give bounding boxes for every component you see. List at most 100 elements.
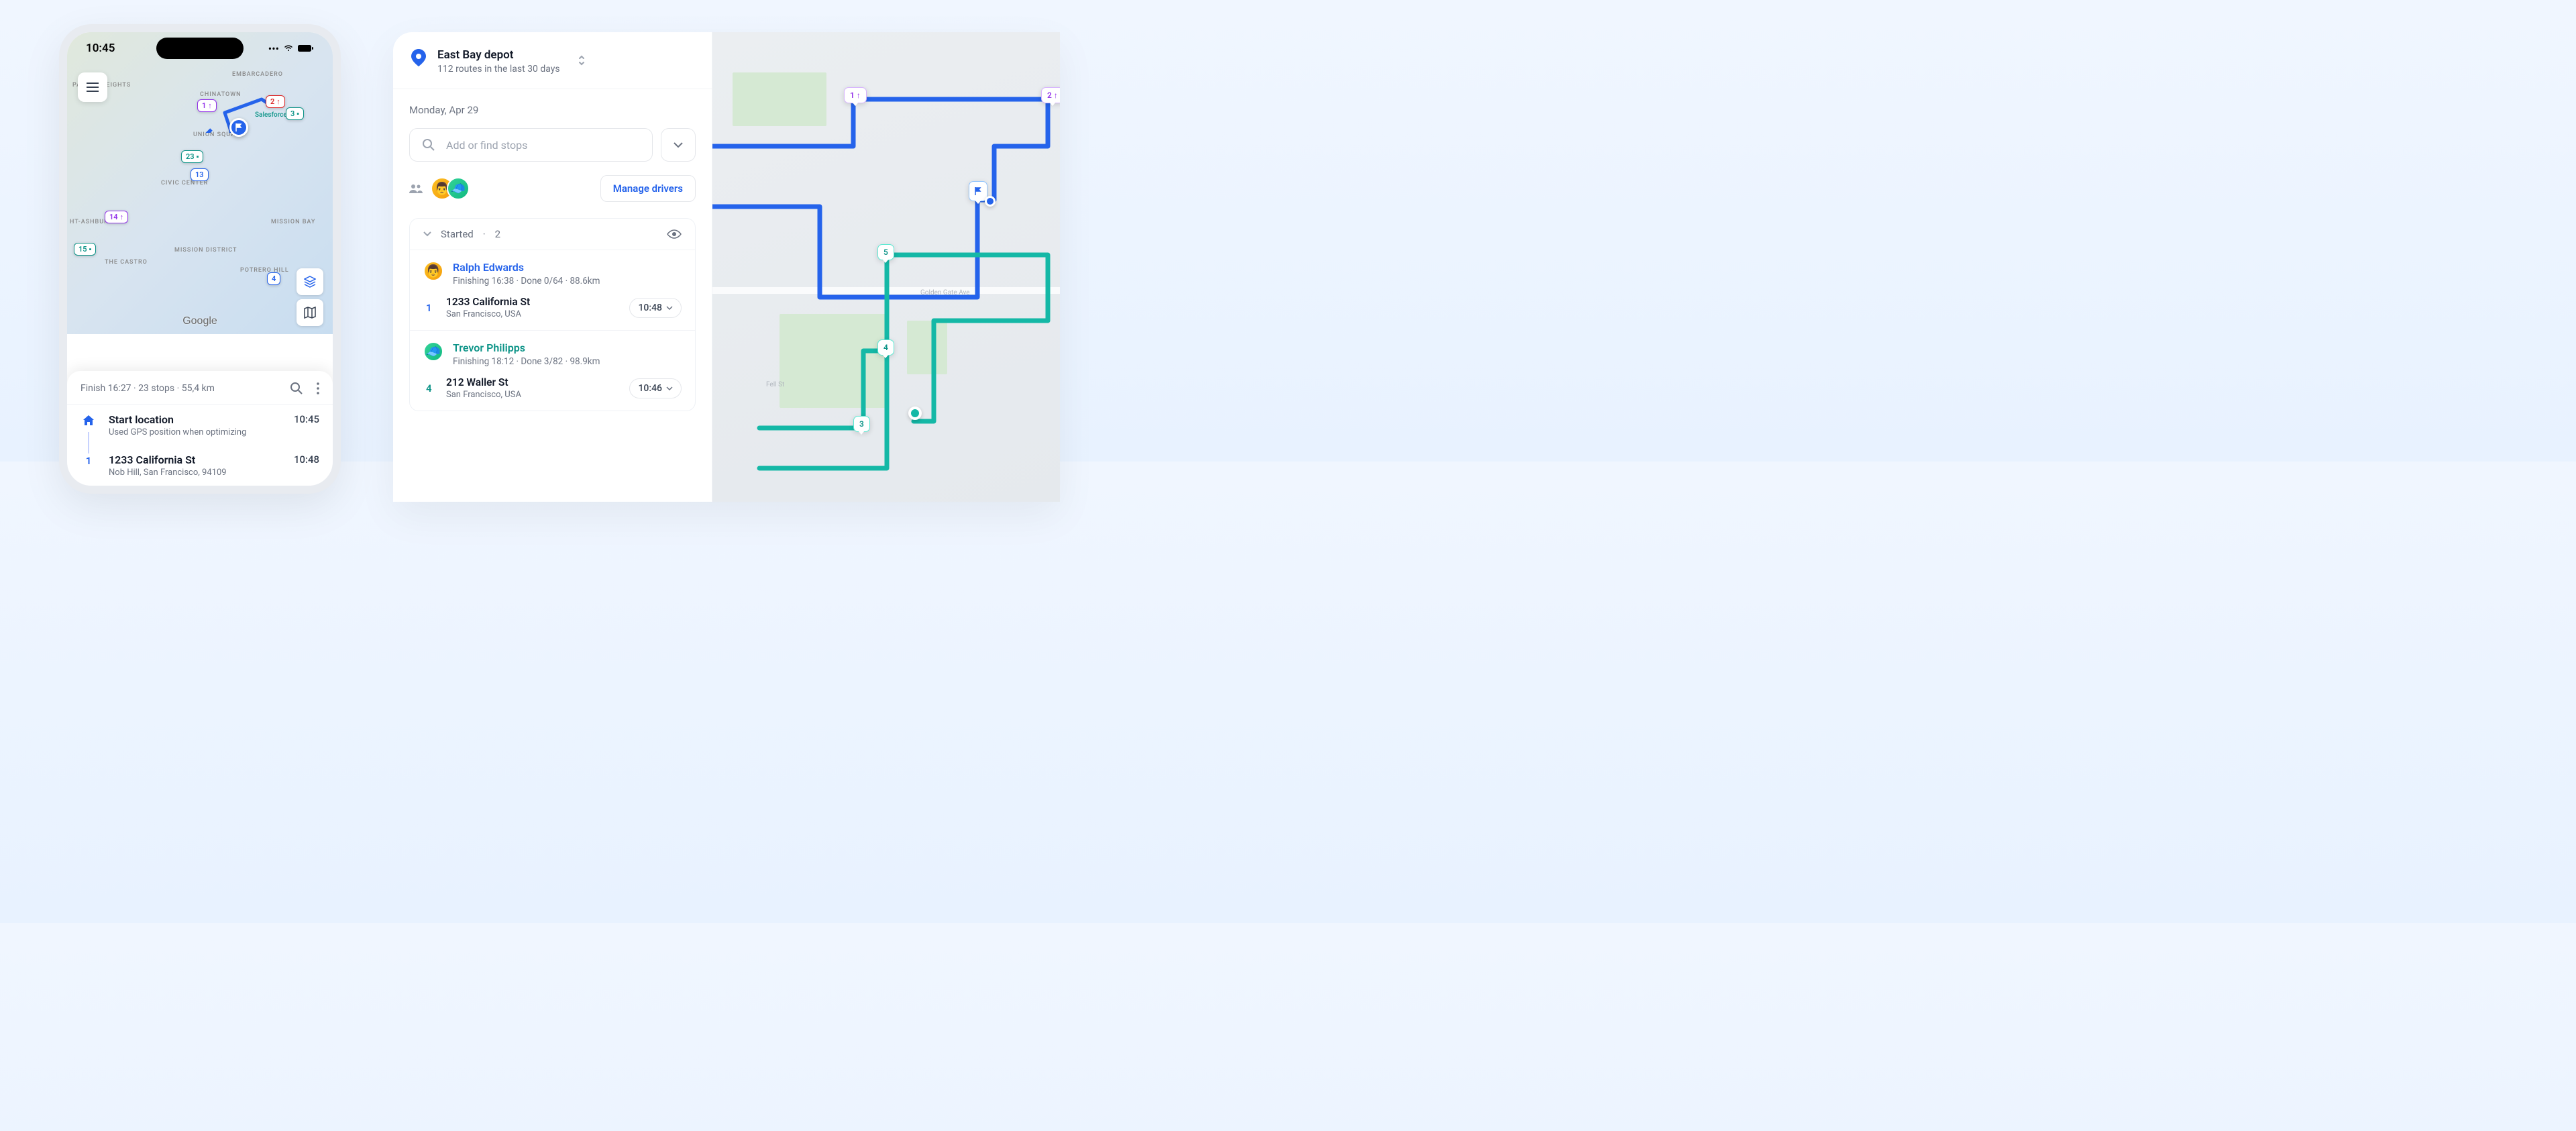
chevron-down-icon xyxy=(423,231,431,237)
manage-drivers-button[interactable]: Manage drivers xyxy=(600,175,696,202)
stop-title: 1233 California St xyxy=(446,296,629,308)
chevron-down-icon xyxy=(674,142,683,148)
stop-marker[interactable]: 4 xyxy=(877,339,894,356)
package-icon: ▪ xyxy=(297,109,299,118)
drivers-row: 👨 🧢 Manage drivers xyxy=(409,175,696,202)
phone-map[interactable]: PACIFIC HEIGHTS EMBARCADERO CHINATOWN UN… xyxy=(67,32,333,334)
stop-marker[interactable]: 2↑ xyxy=(1041,87,1060,103)
sheet-header: Finish 16:27 · 23 stops · 55,4 km xyxy=(67,382,333,405)
arrow-up-icon: ↑ xyxy=(208,101,212,110)
stop-time: 10:48 xyxy=(294,453,319,478)
driver-stats: Finishing 18:12 · Done 3/82 · 98.9km xyxy=(453,356,600,367)
hamburger-icon xyxy=(87,83,99,92)
stop-marker[interactable]: 3 xyxy=(853,416,870,432)
phone-notch xyxy=(156,38,244,59)
day-label: Monday, Apr 29 xyxy=(409,104,696,116)
search-icon xyxy=(422,138,435,152)
package-icon: ▪ xyxy=(89,245,92,254)
driver-avatars[interactable]: 👨 🧢 xyxy=(431,177,470,200)
cellular-icon: ••• xyxy=(268,42,279,55)
map-icon xyxy=(304,307,316,319)
map-label: POTRERO HILL xyxy=(240,267,289,274)
stop-title: 212 Waller St xyxy=(446,376,629,388)
driver-name: Ralph Edwards xyxy=(453,261,600,274)
status-icons: ••• xyxy=(268,42,314,55)
stop-marker[interactable]: 23▪ xyxy=(181,150,203,163)
battery-icon xyxy=(298,44,314,52)
google-attribution: Google xyxy=(182,315,217,327)
driver-card[interactable]: 👨 Ralph Edwards Finishing 16:38 · Done 0… xyxy=(410,250,695,330)
search-input[interactable] xyxy=(446,139,640,152)
people-icon xyxy=(409,184,423,193)
current-location-dot xyxy=(985,196,996,207)
desktop-sidebar: East Bay depot 112 routes in the last 30… xyxy=(393,32,712,502)
stop-title: 1233 California St xyxy=(109,453,294,466)
arrow-up-icon: ↑ xyxy=(857,91,861,100)
driver-name: Trevor Philipps xyxy=(453,341,600,354)
desktop-body: Monday, Apr 29 👨 🧢 xyxy=(393,89,712,502)
stop-item[interactable]: 1 1233 California St Nob Hill, San Franc… xyxy=(67,445,333,486)
depot-selector[interactable]: East Bay depot 112 routes in the last 30… xyxy=(409,48,586,74)
pin-icon xyxy=(411,49,426,66)
stop-subtitle: San Francisco, USA xyxy=(446,390,629,400)
home-icon xyxy=(83,415,95,427)
layers-icon xyxy=(304,276,316,288)
stop-search[interactable] xyxy=(409,128,653,162)
started-header[interactable]: Started · 2 xyxy=(410,219,695,250)
route-sheet: Finish 16:27 · 23 stops · 55,4 km Start … xyxy=(67,371,333,486)
more-icon[interactable] xyxy=(317,382,319,394)
stop-marker[interactable]: 5 xyxy=(877,244,894,260)
wifi-icon xyxy=(283,44,294,52)
avatar: 🧢 xyxy=(447,177,470,200)
chevron-down-icon xyxy=(666,306,673,310)
map-label: MISSION BAY xyxy=(271,219,315,225)
time-chip[interactable]: 10:46 xyxy=(629,378,682,398)
stop-marker[interactable]: 15▪ xyxy=(74,243,96,256)
stop-number: 1 xyxy=(86,455,92,478)
stop-marker[interactable]: 4 xyxy=(267,272,280,285)
eye-icon[interactable] xyxy=(667,229,682,239)
stop-time: 10:45 xyxy=(294,413,319,437)
stop-marker[interactable]: 3▪ xyxy=(286,107,304,120)
map-label: HT-ASHBUR xyxy=(70,219,109,225)
destination-flag[interactable] xyxy=(229,118,248,137)
layers-button[interactable] xyxy=(297,268,323,295)
current-location-dot xyxy=(908,407,922,420)
map-label: MISSION DISTRICT xyxy=(174,247,237,254)
stop-marker[interactable]: 2↑ xyxy=(266,95,285,108)
search-icon[interactable] xyxy=(290,382,303,395)
package-icon: ▪ xyxy=(197,152,199,161)
map-type-button[interactable] xyxy=(297,299,323,326)
depot-name: East Bay depot xyxy=(437,48,560,62)
search-options-button[interactable] xyxy=(661,128,696,162)
time-chip[interactable]: 10:48 xyxy=(629,298,682,318)
started-routes-card: Started · 2 👨 Ralph Edwards Finishing 16… xyxy=(409,218,696,411)
stop-number: 1 xyxy=(426,302,446,314)
arrow-up-icon: ↑ xyxy=(276,97,280,106)
arrow-up-icon: ↑ xyxy=(1054,91,1058,100)
stop-subtitle: Nob Hill, San Francisco, 94109 xyxy=(109,468,294,478)
route-summary: Finish 16:27 · 23 stops · 55,4 km xyxy=(80,383,215,394)
flag-icon xyxy=(235,123,243,131)
flag-icon xyxy=(974,187,982,195)
stop-number: 4 xyxy=(426,382,446,394)
stop-marker[interactable]: 1↑ xyxy=(844,87,867,103)
start-location-item[interactable]: Start location Used GPS position when op… xyxy=(67,405,333,445)
selector-icon xyxy=(578,54,586,66)
avatar: 👨 xyxy=(423,261,443,281)
desktop-map[interactable]: Golden Gate Ave Fell St 1↑ 2↑ 5 4 3 xyxy=(712,32,1060,502)
stop-marker[interactable]: 14↑ xyxy=(105,211,128,223)
driver-card[interactable]: 🧢 Trevor Philipps Finishing 18:12 · Done… xyxy=(410,330,695,411)
stop-subtitle: Used GPS position when optimizing xyxy=(109,427,294,437)
phone-mockup: 10:45 ••• PACIFIC HEIGHTS EMBARCADERO CH… xyxy=(59,24,341,494)
status-time: 10:45 xyxy=(86,42,115,55)
menu-button[interactable] xyxy=(78,72,107,102)
started-count: 2 xyxy=(495,228,500,240)
destination-flag[interactable] xyxy=(969,181,987,201)
arrow-up-icon: ↑ xyxy=(120,213,124,221)
stop-marker[interactable]: 13 xyxy=(191,168,209,181)
desktop-panel: East Bay depot 112 routes in the last 30… xyxy=(393,32,1060,502)
stop-marker[interactable]: 1↑ xyxy=(197,99,217,112)
depot-stats: 112 routes in the last 30 days xyxy=(437,64,560,74)
map-label: THE CASTRO xyxy=(105,259,148,266)
